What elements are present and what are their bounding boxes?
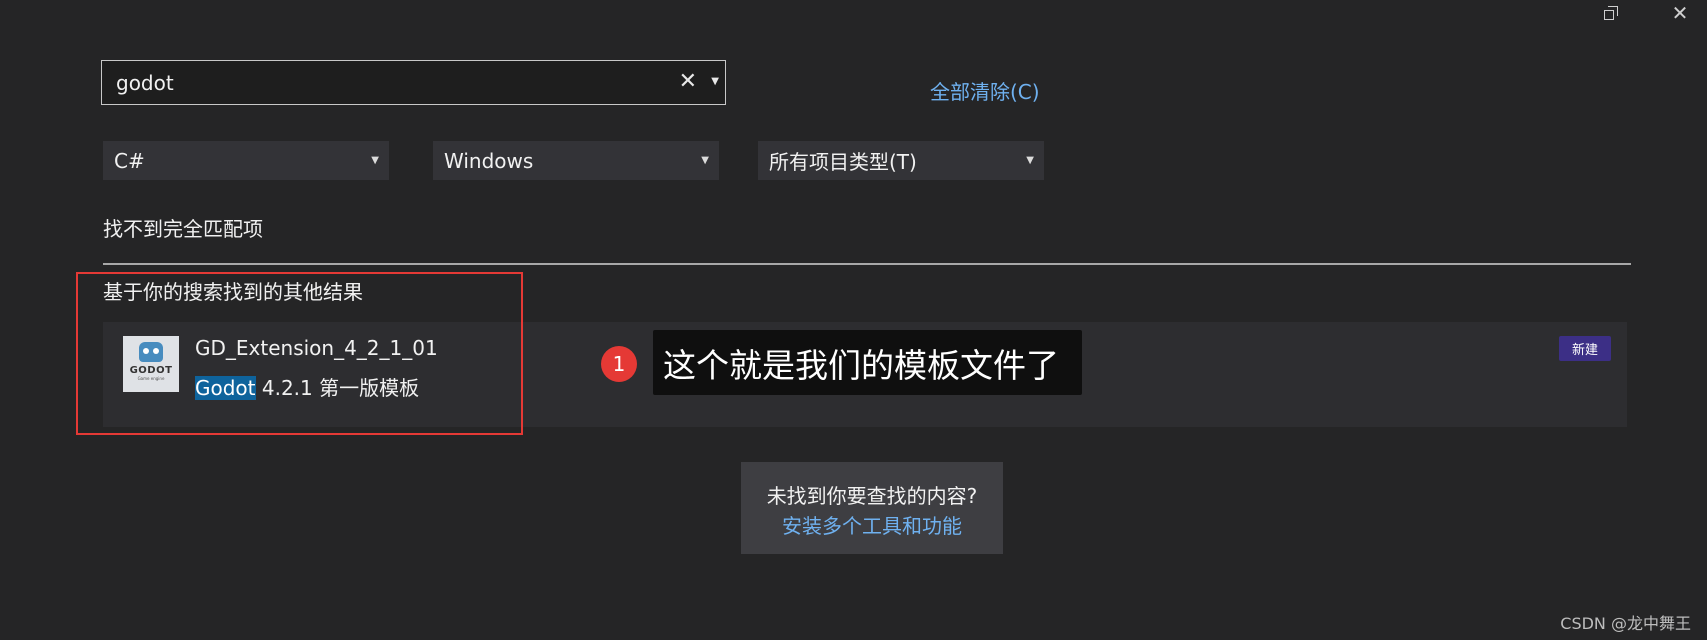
- divider: [103, 263, 1631, 265]
- close-button[interactable]: ✕: [1660, 0, 1700, 26]
- language-filter-value: C#: [114, 148, 145, 173]
- annotation-highlight-frame: [76, 272, 523, 435]
- annotation-number-badge: 1: [601, 346, 637, 382]
- search-input[interactable]: [116, 70, 656, 96]
- chevron-down-icon: ▼: [701, 155, 709, 166]
- install-tools-link[interactable]: 安装多个工具和功能: [741, 510, 1003, 539]
- restore-icon: [1604, 6, 1618, 20]
- platform-filter-value: Windows: [444, 148, 534, 173]
- platform-filter-dropdown[interactable]: Windows ▼: [433, 141, 719, 180]
- language-filter-dropdown[interactable]: C# ▼: [103, 141, 389, 180]
- clear-all-link[interactable]: 全部清除(C): [930, 76, 1040, 105]
- help-box: 未找到你要查找的内容? 安装多个工具和功能: [741, 462, 1003, 554]
- no-exact-match-label: 找不到完全匹配项: [103, 217, 263, 241]
- annotation-callout: 这个就是我们的模板文件了: [653, 330, 1082, 395]
- clear-search-icon[interactable]: ✕: [679, 67, 697, 97]
- search-box[interactable]: ✕ ▼: [101, 60, 726, 105]
- project-type-filter-dropdown[interactable]: 所有项目类型(T) ▼: [758, 141, 1044, 180]
- watermark: CSDN @龙中舞王: [1560, 614, 1691, 633]
- help-question: 未找到你要查找的内容?: [766, 484, 978, 508]
- chevron-down-icon: ▼: [371, 155, 379, 166]
- close-icon: ✕: [1671, 1, 1689, 25]
- new-badge: 新建: [1558, 336, 1611, 361]
- project-type-filter-value: 所有项目类型(T): [769, 150, 917, 174]
- chevron-down-icon: ▼: [1026, 155, 1034, 166]
- restore-button[interactable]: [1591, 0, 1631, 26]
- search-history-dropdown-icon[interactable]: ▼: [711, 67, 719, 97]
